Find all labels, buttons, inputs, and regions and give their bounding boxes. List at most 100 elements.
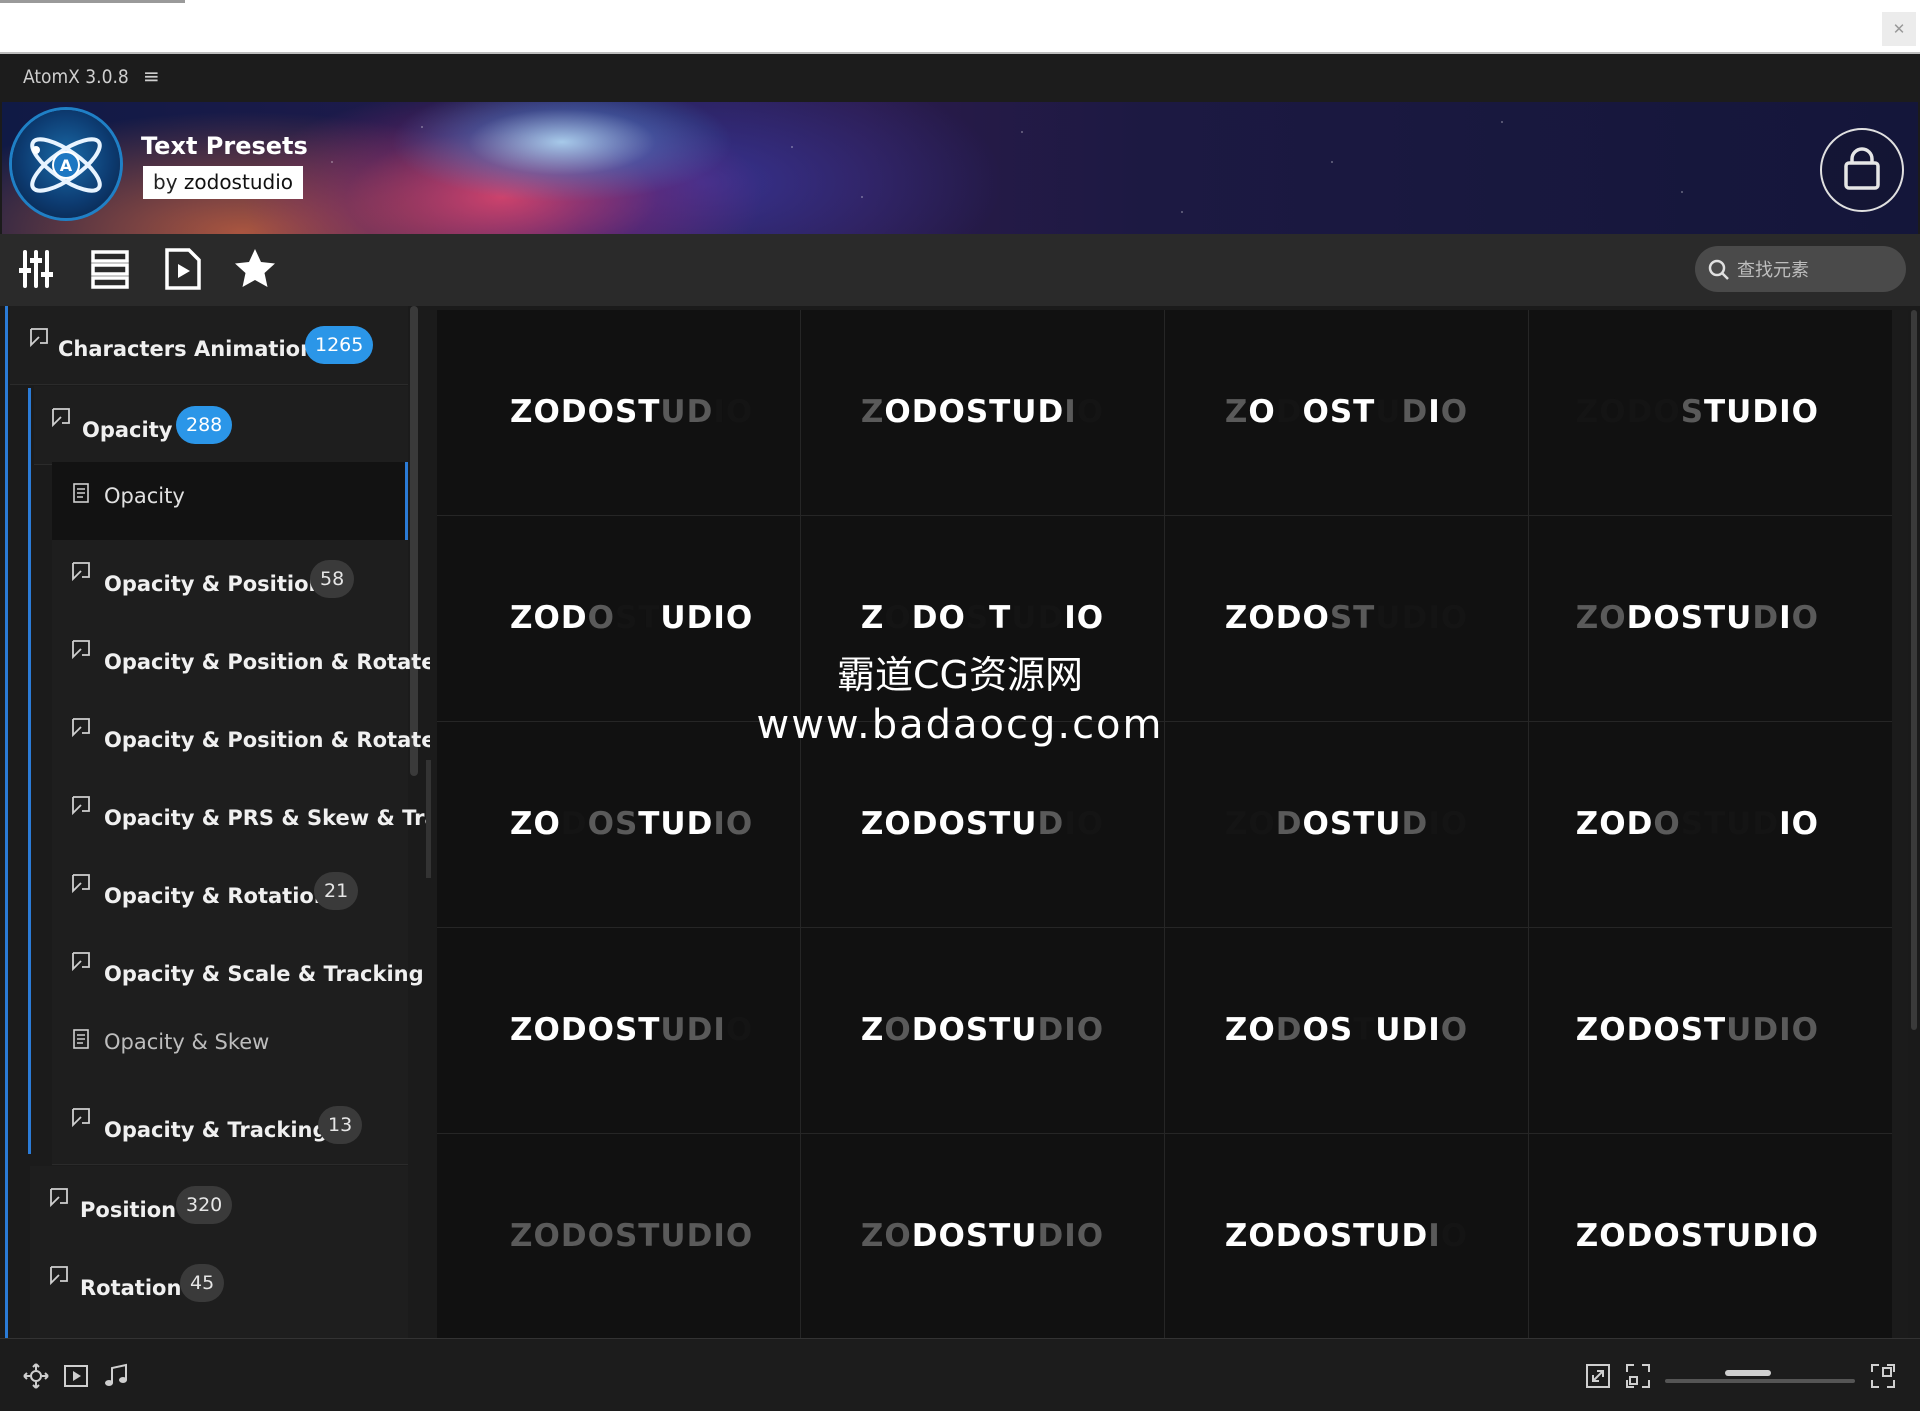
preset-preview-text: ZODOSTUDIO	[860, 806, 1105, 842]
search-box[interactable]	[1695, 246, 1906, 292]
preset-thumbnail[interactable]: ZODOSTUDIO	[1165, 516, 1528, 721]
zoom-slider-track[interactable]	[1665, 1379, 1855, 1383]
preset-thumbnail[interactable]: ZODOSTUDIO	[437, 722, 800, 927]
sidebar-item-8[interactable]: Opacity & Tracking 13	[52, 1086, 408, 1165]
folder-link-icon	[72, 562, 90, 582]
tree-group-opacity[interactable]: Opacity 288	[34, 386, 408, 465]
list-icon[interactable]	[89, 246, 135, 292]
tree-label: Opacity & Skew	[104, 1030, 270, 1054]
sidebar-item-4[interactable]: Opacity & PRS & Skew & Trac	[52, 774, 430, 853]
sidebar-item-3[interactable]: Opacity & Position & Rotate &	[52, 696, 430, 775]
tree-category-partial[interactable]	[30, 1322, 408, 1338]
preset-preview-text: ZODOSTUDIO	[1224, 600, 1469, 636]
title-bar: AtomX 3.0.8 ≡	[0, 54, 1920, 102]
tree-category-1[interactable]: Rotation 45	[30, 1244, 408, 1323]
app-title: AtomX 3.0.8	[23, 66, 129, 88]
preset-thumbnail[interactable]: ZODOSTUDIO	[437, 310, 800, 515]
resize-icon[interactable]	[1584, 1362, 1612, 1390]
sidebar-item-5[interactable]: Opacity & Rotation 21	[52, 852, 408, 931]
fit-icon[interactable]	[1624, 1362, 1652, 1390]
folder-link-icon	[52, 408, 70, 428]
sidebar-item-0[interactable]: Opacity	[52, 462, 408, 541]
preset-preview-text: ZODOSTUDIO	[860, 1218, 1105, 1254]
preset-thumbnail[interactable]: ZODOSTUDIO	[801, 928, 1164, 1133]
tree-root-characters-animation[interactable]: Characters Animation 1265	[10, 306, 408, 385]
sidebar-item-2[interactable]: Opacity & Position & Rotate	[52, 618, 430, 697]
sidebar-item-7[interactable]: Opacity & Skew	[52, 1008, 408, 1087]
preset-preview-text: ZODOSTUDIO	[510, 1218, 754, 1254]
tree-category-0[interactable]: Position 320	[30, 1166, 408, 1245]
close-icon[interactable]: ✕	[1882, 12, 1916, 46]
preset-thumbnail[interactable]: ZODOSTUDIO	[801, 310, 1164, 515]
count-badge: 320	[176, 1186, 233, 1224]
bottom-bar	[0, 1338, 1920, 1411]
author-tag: by zodostudio	[143, 166, 303, 199]
preset-preview-text: ZODOSTUDIO	[510, 600, 754, 636]
move-icon[interactable]	[22, 1362, 50, 1390]
tree-accent-line-nested	[28, 388, 31, 1154]
preset-thumbnail[interactable]: ZODOSTUDIO	[437, 928, 800, 1133]
preset-preview-text: ZODOSTUDIO	[860, 394, 1105, 430]
shop-bag-button[interactable]	[1820, 128, 1904, 212]
sidebar-item-6[interactable]: Opacity & Scale & Tracking	[52, 930, 424, 1009]
media-file-icon[interactable]	[161, 246, 207, 292]
header-banner: A Text Presets by zodostudio	[2, 102, 1918, 234]
tree-label: Characters Animation	[58, 337, 316, 361]
preset-preview-text: ZODOSTUDIO	[510, 1012, 754, 1048]
preset-preview-text: ZODOSTUDIO	[860, 1012, 1105, 1048]
preset-preview-grid: ZODOSTUDIO ZODOSTUDIO ZODOSTUDIO ZODOSTUDIO…	[437, 310, 1892, 1338]
tree-label: Opacity	[82, 418, 173, 442]
folder-link-icon	[50, 1266, 68, 1286]
svg-text:A: A	[60, 156, 73, 175]
count-badge: 45	[180, 1264, 225, 1302]
preset-thumbnail[interactable]: ZODOSTUDIO	[1529, 1134, 1892, 1338]
folder-link-icon	[72, 874, 90, 894]
preset-thumbnail[interactable]: ZODOSTUDIO	[1529, 722, 1892, 927]
preset-preview-text: ZODOSTUDIO	[1575, 806, 1819, 842]
expand-icon[interactable]	[1869, 1362, 1897, 1390]
panel-splitter[interactable]	[426, 760, 431, 878]
tree-label: Opacity & Position	[104, 572, 324, 596]
preset-thumbnail[interactable]: ZODOSTUDIO	[1165, 310, 1528, 515]
category-sidebar: Characters Animation 1265 Opacity 288 Op…	[0, 306, 430, 1338]
preset-thumbnail[interactable]: ZODOSTUDIO	[801, 1134, 1164, 1338]
preset-preview-text: ZODOSTUDIO	[1224, 1012, 1469, 1048]
document-icon	[73, 1029, 89, 1049]
grid-scroll-thumb[interactable]	[1911, 310, 1917, 1030]
preset-thumbnail[interactable]: ZODOSTUDIO	[801, 722, 1164, 927]
folder-link-icon	[72, 640, 90, 660]
folder-link-icon	[72, 952, 90, 972]
star-icon[interactable]	[232, 246, 278, 292]
shopping-bag-icon	[1844, 147, 1880, 190]
sidebar-item-1[interactable]: Opacity & Position 58	[52, 540, 408, 619]
tree-label: Opacity & PRS & Skew & Trac	[104, 806, 430, 830]
preset-thumbnail[interactable]: ZODOSTUDIO	[437, 516, 800, 721]
folder-link-icon	[30, 328, 48, 348]
count-badge: 21	[314, 872, 359, 910]
folder-link-icon	[50, 1188, 68, 1208]
toolbar	[0, 234, 1920, 306]
preset-thumbnail[interactable]: ZODOSTUDIO	[801, 516, 1164, 721]
preset-thumbnail[interactable]: ZODOSTUDIO	[1529, 928, 1892, 1133]
zoom-slider-thumb[interactable]	[1725, 1370, 1771, 1376]
preset-pack-title: Text Presets	[141, 132, 308, 160]
preset-thumbnail[interactable]: ZODOSTUDIO	[1529, 310, 1892, 515]
sidebar-scrollbar[interactable]	[410, 306, 418, 776]
preset-preview-text: ZODOSTUDIO	[1224, 1218, 1469, 1254]
preset-thumbnail[interactable]: ZODOSTUDIO	[437, 1134, 800, 1338]
sliders-icon[interactable]	[17, 246, 63, 292]
preset-preview-text: ZODOSTUDIO	[510, 394, 754, 430]
preset-thumbnail[interactable]: ZODOSTUDIO	[1165, 722, 1528, 927]
video-icon[interactable]	[62, 1362, 90, 1390]
preset-thumbnail[interactable]: ZODOSTUDIO	[1165, 928, 1528, 1133]
preset-preview-text: ZODOSTUDIO	[1575, 600, 1819, 636]
count-badge: 58	[310, 560, 355, 598]
preset-thumbnail[interactable]: ZODOSTUDIO	[1165, 1134, 1528, 1338]
preset-thumbnail[interactable]: ZODOSTUDIO	[1529, 516, 1892, 721]
count-badge: 288	[176, 406, 233, 444]
menu-icon[interactable]: ≡	[143, 64, 160, 88]
search-input[interactable]	[1735, 254, 1899, 286]
music-icon[interactable]	[102, 1362, 130, 1390]
grid-scrollbar[interactable]	[1908, 310, 1920, 1338]
preset-preview-text: ZODOSTUDIO	[860, 600, 1105, 636]
